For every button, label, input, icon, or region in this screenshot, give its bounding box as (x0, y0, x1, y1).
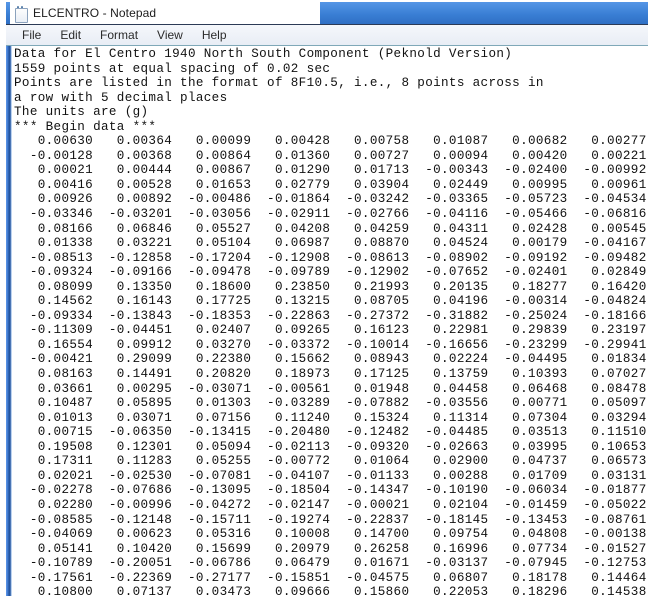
document-data-row: 0.00021 0.00444 0.00867 0.01290 0.01713 … (14, 163, 647, 178)
document-data-row: -0.09324 -0.09166 -0.09478 -0.09789 -0.1… (14, 265, 647, 280)
document-data-row: 0.03661 0.00295 -0.03071 -0.00561 0.0194… (14, 381, 647, 396)
document-data-row: 0.00630 0.00364 0.00099 0.00428 0.00758 … (14, 134, 647, 149)
menu-bar: File Edit Format View Help (6, 24, 648, 46)
title-bar[interactable]: ELCENTRO - Notepad (6, 2, 648, 24)
document-data-row: -0.08585 -0.12148 -0.15711 -0.19274 -0.2… (14, 512, 647, 527)
document-data-row: -0.02278 -0.07686 -0.13095 -0.18504 -0.1… (14, 483, 647, 498)
document-data-row: 0.00416 0.00528 0.01653 0.02779 0.03904 … (14, 177, 647, 192)
menu-item-file[interactable]: File (20, 27, 50, 44)
document-data-row: -0.00128 0.00368 0.00864 0.01360 0.00727… (14, 148, 647, 163)
document-header-line: The units are (g) (14, 105, 149, 120)
document-header-line: a row with 5 decimal places (14, 90, 228, 105)
notepad-icon (14, 5, 28, 23)
document-data-row: 0.01013 0.03071 0.07156 0.11240 0.15324 … (14, 410, 647, 425)
document-data-row: 0.10487 0.05895 0.01303 -0.03289 -0.0788… (14, 396, 647, 411)
document-data-row: -0.10789 -0.20051 -0.06786 0.06479 0.016… (14, 556, 647, 571)
desktop-background: ELCENTRO - Notepad File Edit Format View… (0, 0, 666, 600)
document-data-row: 0.02280 -0.00996 -0.04272 -0.02147 -0.00… (14, 497, 647, 512)
document-data-row: -0.00421 0.29099 0.22380 0.15662 0.08943… (14, 352, 647, 367)
document-data-row: -0.08513 -0.12858 -0.17204 -0.12908 -0.0… (14, 250, 647, 265)
document-data-row: 0.19508 0.12301 0.05094 -0.02113 -0.0932… (14, 439, 647, 454)
window-title: ELCENTRO - Notepad (33, 6, 157, 20)
document-data-row: 0.08099 0.13350 0.18600 0.23850 0.21993 … (14, 279, 647, 294)
document-data-row: 0.00926 0.00892 -0.00486 -0.01864 -0.032… (14, 192, 647, 207)
document-data-row: 0.05141 0.10420 0.15699 0.20979 0.26258 … (14, 541, 647, 556)
document-data-row: 0.00715 -0.06350 -0.13415 -0.20480 -0.12… (14, 425, 647, 440)
document-header-line: *** Begin data *** (14, 119, 157, 134)
menu-item-view[interactable]: View (155, 27, 192, 44)
document-header-line: 1559 points at equal spacing of 0.02 sec (14, 61, 331, 76)
menu-item-help[interactable]: Help (200, 27, 236, 44)
document-header-line: Points are listed in the format of 8F10.… (14, 76, 544, 91)
document-data-row: -0.11309 -0.04451 0.02407 0.09265 0.1612… (14, 323, 647, 338)
document-data-row: 0.14562 0.16143 0.17725 0.13215 0.08705 … (14, 294, 647, 309)
document-header-line: Data for El Centro 1940 North South Comp… (14, 47, 513, 61)
document-data-row: 0.16554 0.09912 0.03270 -0.03372 -0.1001… (14, 337, 647, 352)
document-data-row: 0.02021 -0.02530 -0.07081 -0.04107 -0.01… (14, 468, 647, 483)
menu-item-format[interactable]: Format (98, 27, 147, 44)
menu-item-edit[interactable]: Edit (58, 27, 90, 44)
vertical-scrollbar[interactable] (6, 46, 12, 596)
document-data-row: 0.08163 0.14491 0.20820 0.18973 0.17125 … (14, 367, 647, 382)
notepad-window: ELCENTRO - Notepad File Edit Format View… (6, 2, 648, 598)
document-data-row: -0.17561 -0.22369 -0.27177 -0.15851 -0.0… (14, 570, 647, 585)
document-data-row: 0.17311 0.11283 0.05255 -0.00772 0.01064… (14, 454, 647, 469)
document-data-row: -0.04069 0.00623 0.05316 0.10008 0.14700… (14, 527, 647, 542)
document-data-row: -0.03346 -0.03201 -0.03056 -0.02911 -0.0… (14, 207, 647, 222)
text-editor-client: Data for El Centro 1940 North South Comp… (6, 46, 648, 596)
document-data-row: -0.09334 -0.13843 -0.18353 -0.22863 -0.2… (14, 308, 647, 323)
document-data-row: 0.08166 0.06846 0.05527 0.04208 0.04259 … (14, 221, 647, 236)
document-data-row: 0.10800 0.07137 0.03473 0.09666 0.15860 … (14, 585, 647, 596)
document-data-row: 0.01338 0.03221 0.05104 0.06987 0.08870 … (14, 236, 647, 251)
document-text-area[interactable]: Data for El Centro 1940 North South Comp… (6, 46, 648, 596)
